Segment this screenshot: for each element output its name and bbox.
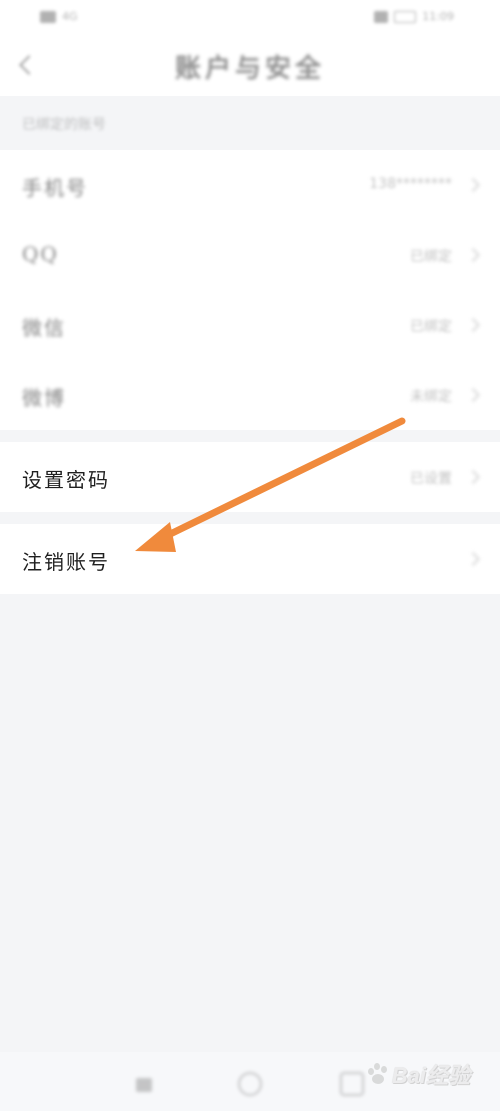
cancel-account-group: 注销账号 (0, 524, 500, 594)
page-title: 账户与安全 (174, 54, 325, 84)
section-label: 已绑定的账号 (22, 117, 106, 133)
binding-label: 手机号 (22, 176, 88, 200)
password-group: 设置密码 已设置 (0, 442, 500, 512)
cancel-account-row[interactable]: 注销账号 (0, 524, 500, 594)
wifi-icon (374, 10, 389, 23)
chevron-right-icon (465, 469, 481, 485)
set-password-row[interactable]: 设置密码 已设置 (0, 442, 500, 512)
nav-home-icon[interactable] (132, 1072, 156, 1096)
bindings-group: 手机号 138******** QQ 已绑定 微信 已绑定 微博 未绑定 (0, 150, 500, 430)
watermark-text: Bai经验 (391, 1063, 470, 1088)
network-type: 4G (62, 10, 78, 23)
status-left: 4G (40, 10, 78, 23)
binding-value: 138******** (369, 176, 452, 192)
nav-recent-icon[interactable] (340, 1072, 364, 1096)
binding-value: 已绑定 (410, 319, 452, 335)
binding-row-weibo[interactable]: 微博 未绑定 (0, 360, 500, 430)
chevron-right-icon (465, 551, 481, 567)
battery-icon (394, 10, 417, 23)
paw-icon (366, 1062, 390, 1086)
status-right: 11:09 (374, 10, 454, 23)
binding-value: 已绑定 (410, 249, 452, 265)
binding-label: QQ (22, 242, 59, 266)
set-password-value: 已设置 (410, 471, 452, 487)
binding-label: 微博 (22, 386, 66, 410)
section-header: 已绑定的账号 (0, 96, 500, 150)
set-password-label: 设置密码 (22, 468, 110, 492)
binding-row-wechat[interactable]: 微信 已绑定 (0, 290, 500, 360)
chevron-right-icon (465, 387, 481, 403)
cancel-account-label: 注销账号 (22, 550, 110, 574)
chevron-right-icon (465, 177, 481, 193)
binding-row-qq[interactable]: QQ 已绑定 (0, 220, 500, 290)
watermark: Bai经验 (366, 1058, 470, 1090)
clock: 11:09 (422, 10, 454, 23)
nav-bar: 账户与安全 (0, 34, 500, 96)
binding-label: 微信 (22, 316, 66, 340)
screen: 4G 11:09 账户与安全 已绑定的账号 手机号 138******** QQ… (0, 0, 500, 1111)
chevron-right-icon (465, 317, 481, 333)
chevron-right-icon (465, 247, 481, 263)
status-bar: 4G 11:09 (0, 0, 500, 34)
binding-row-phone[interactable]: 手机号 138******** (0, 150, 500, 220)
binding-value: 未绑定 (410, 389, 452, 405)
nav-center-icon[interactable] (238, 1072, 262, 1096)
signal-icon (40, 10, 56, 23)
